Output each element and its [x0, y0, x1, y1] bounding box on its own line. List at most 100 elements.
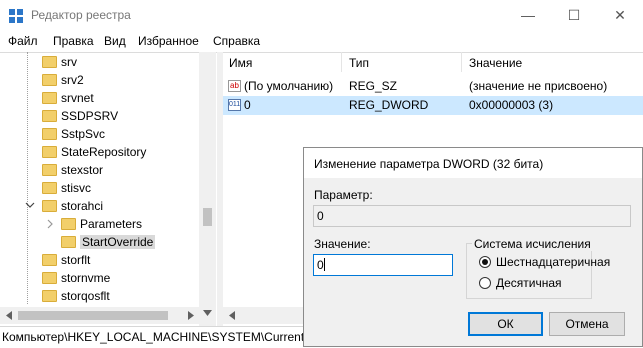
tree-item-sstpsvc[interactable]: SstpSvc [42, 125, 105, 143]
scrollbar-thumb[interactable] [203, 208, 212, 226]
tree-item-label: StartOverride [80, 235, 156, 249]
tree-item-label: StateRepository [61, 145, 147, 159]
column-header-type[interactable]: Тип [349, 56, 369, 70]
base-group-label: Система исчисления [472, 237, 593, 251]
registry-editor-icon [9, 9, 23, 23]
collapse-chevron-icon[interactable] [25, 200, 35, 210]
table-row[interactable]: ab (По умолчанию) REG_SZ (значение не пр… [223, 77, 643, 96]
expand-chevron-icon[interactable] [45, 219, 55, 229]
row-name: 0 [244, 98, 251, 112]
scroll-down-icon[interactable] [203, 310, 212, 316]
dialog-title: Изменение параметра DWORD (32 бита) [314, 157, 544, 171]
tree-item-staterepository[interactable]: StateRepository [42, 143, 146, 161]
scroll-left-icon[interactable] [229, 311, 235, 320]
menu-file[interactable]: Файл [8, 34, 38, 48]
scroll-left-icon[interactable] [6, 311, 12, 320]
row-value: 0x00000003 (3) [469, 98, 554, 112]
tree-item-label: stexstor [61, 163, 104, 177]
tree-item-label: srv [61, 55, 77, 69]
cancel-button[interactable]: Отмена [549, 312, 625, 336]
menu-favorites[interactable]: Избранное [138, 34, 199, 48]
menu-edit[interactable]: Правка [53, 34, 94, 48]
value-data-text: 0 [317, 258, 324, 272]
radio-selected-dot [482, 259, 488, 265]
folder-icon [42, 74, 57, 86]
menu-help[interactable]: Справка [213, 34, 260, 48]
radio-hex-label[interactable]: Шестнадцатеричная [496, 255, 610, 269]
row-type: REG_DWORD [349, 98, 429, 112]
param-name-value: 0 [317, 209, 324, 223]
table-row-selected[interactable]: 011 0 REG_DWORD 0x00000003 (3) [223, 96, 643, 115]
tree-item-storflt[interactable]: storflt [42, 251, 90, 269]
minimize-button[interactable]: — [505, 0, 551, 31]
tree-item-label: srvnet [61, 91, 94, 105]
folder-open-icon [42, 200, 57, 212]
scroll-right-icon[interactable] [188, 311, 194, 320]
column-header-value[interactable]: Значение [469, 56, 522, 70]
status-path: Компьютер\HKEY_LOCAL_MACHINE\SYSTEM\Curr… [2, 330, 313, 344]
title-bar: Редактор реестра — ☐ ✕ [0, 0, 643, 31]
tree-item-storqosflt[interactable]: storqosflt [42, 287, 110, 305]
tree-item-srv[interactable]: srv [42, 53, 77, 71]
tree-item-label: storqosflt [61, 289, 110, 303]
folder-icon [61, 236, 76, 248]
close-button[interactable]: ✕ [597, 0, 643, 31]
radio-decimal-label[interactable]: Десятичная [496, 276, 562, 290]
tree-item-label: SSDPSRV [61, 109, 119, 123]
minimize-icon: — [521, 7, 535, 23]
tree-item-srvnet[interactable]: srvnet [42, 89, 94, 107]
tree-item-label: storflt [61, 253, 91, 267]
folder-icon [61, 218, 76, 230]
ok-button[interactable]: ОК [468, 312, 543, 336]
radio-decimal[interactable] [479, 277, 491, 289]
folder-icon [42, 182, 57, 194]
param-name-field: 0 [313, 205, 631, 227]
value-data-input[interactable]: 0 [313, 254, 453, 276]
row-value: (значение не присвоено) [469, 79, 608, 93]
menu-view[interactable]: Вид [104, 34, 126, 48]
tree-horizontal-scrollbar[interactable] [0, 307, 199, 324]
column-header-name[interactable]: Имя [229, 56, 252, 70]
tree-item-stexstor[interactable]: stexstor [42, 161, 103, 179]
folder-icon [42, 110, 57, 122]
value-label: Значение: [314, 237, 371, 251]
tree-item-stornvme[interactable]: stornvme [42, 269, 110, 287]
text-cursor [323, 258, 325, 271]
window-title: Редактор реестра [31, 8, 131, 22]
row-name: (По умолчанию) [244, 79, 334, 93]
menu-bar [0, 31, 643, 51]
base-groupbox [466, 243, 592, 299]
tree-vertical-scrollbar[interactable] [199, 52, 216, 326]
tree-item-ssdpsrv[interactable]: SSDPSRV [42, 107, 118, 125]
column-divider[interactable] [341, 52, 342, 72]
column-divider[interactable] [461, 52, 462, 72]
maximize-button[interactable]: ☐ [551, 0, 597, 31]
edit-dword-dialog: Изменение параметра DWORD (32 бита) Пара… [303, 147, 643, 347]
folder-icon [42, 254, 57, 266]
string-value-icon: ab [228, 80, 241, 92]
folder-icon [42, 272, 57, 284]
dialog-title-bar: Изменение параметра DWORD (32 бита) [304, 148, 642, 178]
tree-item-label: Parameters [80, 217, 143, 231]
row-type: REG_SZ [349, 79, 398, 93]
tree-item-label: stornvme [61, 271, 111, 285]
scrollbar-thumb[interactable] [18, 311, 168, 320]
folder-icon [42, 164, 57, 176]
tree-item-storahci[interactable]: storahci [42, 197, 103, 215]
maximize-icon: ☐ [567, 7, 581, 23]
folder-icon [42, 56, 57, 68]
tree-item-startoverride[interactable]: StartOverride [61, 233, 156, 251]
tree-item-label: stisvc [61, 181, 91, 195]
tree-item-stisvc[interactable]: stisvc [42, 179, 91, 197]
tree-item-label: SstpSvc [61, 127, 106, 141]
folder-icon [42, 128, 57, 140]
param-label: Параметр: [314, 188, 373, 202]
folder-icon [42, 290, 57, 302]
tree-item-parameters[interactable]: Parameters [61, 215, 142, 233]
tree-connector-line [27, 52, 28, 304]
close-icon: ✕ [614, 7, 626, 23]
binary-value-icon: 011 [228, 99, 241, 111]
tree-item-label: srv2 [61, 73, 84, 87]
radio-hex[interactable] [479, 256, 491, 268]
tree-item-srv2[interactable]: srv2 [42, 71, 84, 89]
